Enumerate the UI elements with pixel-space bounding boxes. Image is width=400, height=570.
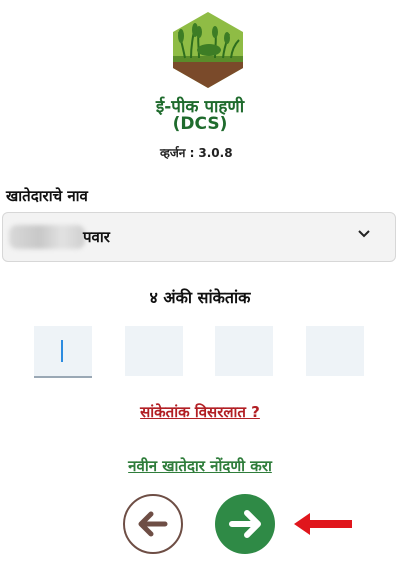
pin-digit-4[interactable] <box>306 326 364 376</box>
chevron-down-icon <box>358 230 370 238</box>
red-arrow-pointer-icon <box>294 513 352 535</box>
arrow-right-icon <box>229 510 261 538</box>
app-logo-icon <box>173 12 243 88</box>
register-account-link[interactable]: नवीन खातेदार नोंदणी करा <box>0 456 400 476</box>
app-subtitle: (DCS) <box>172 114 228 134</box>
version-label: व्हर्जन : <box>160 146 195 160</box>
pin-digit-2[interactable] <box>125 326 183 376</box>
version-value: 3.0.8 <box>198 146 233 160</box>
text-cursor <box>61 340 63 362</box>
account-holder-dropdown[interactable]: पवार <box>2 212 396 262</box>
next-button[interactable] <box>215 494 275 554</box>
redacted-name-blur <box>9 225 85 249</box>
back-button[interactable] <box>123 494 183 554</box>
pin-digit-1[interactable] <box>34 326 92 378</box>
pin-label: ४ अंकी सांकेतांक <box>149 288 251 307</box>
forgot-pin-link[interactable]: सांकेतांक विसरलात ? <box>0 402 400 422</box>
account-holder-value: पवार <box>83 228 110 246</box>
pin-digit-3[interactable] <box>215 326 273 376</box>
arrow-left-icon <box>138 511 168 537</box>
version-text: व्हर्जन :3.0.8 <box>160 144 237 161</box>
account-holder-label: खातेदाराचे नाव <box>6 187 88 205</box>
